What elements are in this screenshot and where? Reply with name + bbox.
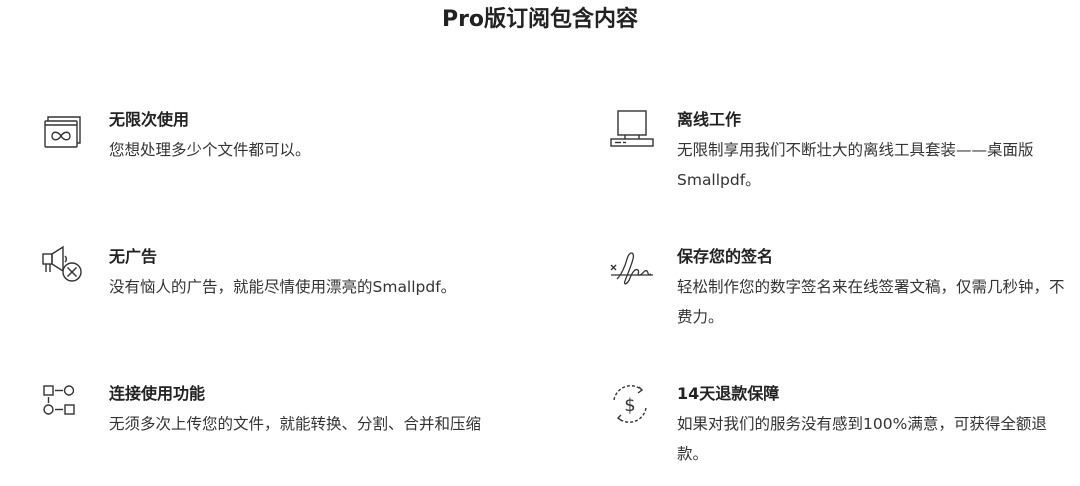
money-back-icon: $	[609, 382, 657, 430]
signature-icon	[609, 245, 657, 293]
feature-description: 无限制享用我们不断壮大的离线工具套装——桌面版Smallpdf。	[677, 141, 1034, 189]
feature-title: 连接使用功能	[109, 384, 206, 403]
workflow-connect-icon	[41, 382, 89, 430]
desktop-computer-icon	[609, 108, 657, 156]
page-title: Pro版订阅包含内容	[441, 7, 639, 32]
feature-description: 轻松制作您的数字签名来在线签署文稿，仅需几秒钟，不费力。	[677, 278, 1065, 326]
feature-title: 保存您的签名	[677, 247, 774, 266]
feature-description: 您想处理多少个文件都可以。	[109, 141, 311, 159]
svg-text:$: $	[624, 395, 635, 416]
infinity-window-icon	[41, 108, 89, 156]
feature-title: 离线工作	[677, 110, 742, 129]
feature-description: 没有恼人的广告，就能尽情使用漂亮的Smallpdf。	[109, 278, 457, 296]
feature-title: 无广告	[109, 247, 158, 266]
megaphone-blocked-icon	[41, 245, 89, 293]
feature-title: 无限次使用	[109, 110, 190, 129]
feature-description: 如果对我们的服务没有感到100%满意，可获得全额退款。	[677, 415, 1047, 463]
feature-title: 14天退款保障	[677, 384, 780, 403]
feature-description: 无须多次上传您的文件，就能转换、分割、合并和压缩	[109, 415, 482, 433]
